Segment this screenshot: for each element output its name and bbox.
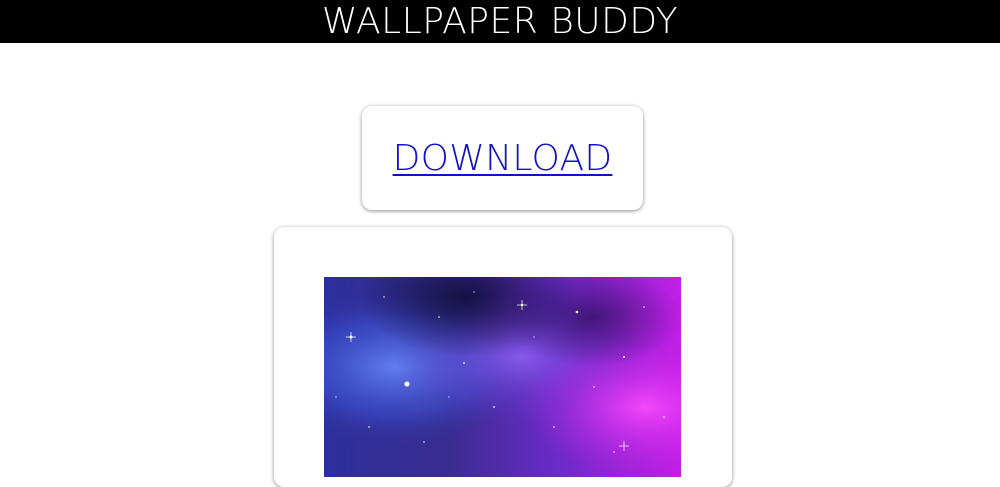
site-header: WALLPAPER BUDDY <box>0 0 1000 43</box>
site-title: WALLPAPER BUDDY <box>321 1 679 42</box>
galaxy-nebula-image <box>324 277 681 477</box>
download-link[interactable]: DOWNLOAD <box>393 138 613 179</box>
download-card: DOWNLOAD <box>362 106 643 210</box>
wallpaper-preview-card <box>274 227 732 487</box>
wallpaper-image <box>324 277 681 477</box>
